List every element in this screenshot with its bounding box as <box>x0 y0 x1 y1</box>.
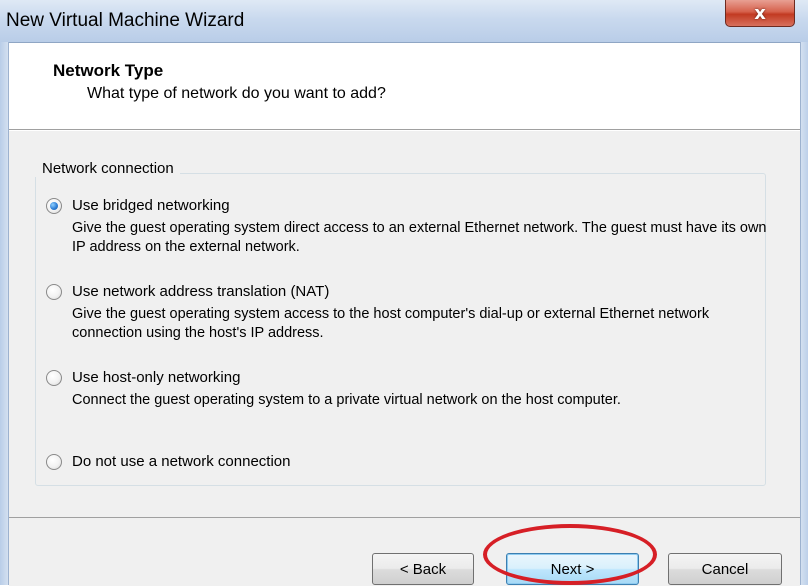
wizard-body: Network connection Use bridged networkin… <box>9 130 800 518</box>
option-label[interactable]: Do not use a network connection <box>72 453 290 470</box>
option-description: Give the guest operating system direct a… <box>72 220 767 255</box>
wizard-header: Network Type What type of network do you… <box>9 43 800 130</box>
cancel-button[interactable]: Cancel <box>668 553 782 585</box>
option-description: Connect the guest operating system to a … <box>72 392 621 408</box>
title-bar: New Virtual Machine Wizard x <box>0 0 808 43</box>
option-description: Give the guest operating system access t… <box>72 306 710 341</box>
radio-no-network[interactable] <box>46 454 62 470</box>
group-label: Network connection <box>35 160 180 177</box>
option-label[interactable]: Use host-only networking <box>72 369 240 386</box>
window-left-border <box>0 42 9 585</box>
option-label[interactable]: Use network address translation (NAT) <box>72 283 329 300</box>
button-bar: < Back Next > Cancel <box>9 517 800 586</box>
back-button[interactable]: < Back <box>372 553 474 585</box>
radio-host-only[interactable] <box>46 370 62 386</box>
option-label[interactable]: Use bridged networking <box>72 197 230 214</box>
page-subtitle: What type of network do you want to add? <box>87 85 386 102</box>
close-button[interactable]: x <box>725 0 795 27</box>
radio-bridged[interactable] <box>46 198 62 214</box>
next-button[interactable]: Next > <box>506 553 639 585</box>
close-icon: x <box>754 2 766 24</box>
window-title: New Virtual Machine Wizard <box>6 10 245 31</box>
window-right-border <box>800 42 808 585</box>
radio-nat[interactable] <box>46 284 62 300</box>
page-title: Network Type <box>53 61 164 80</box>
